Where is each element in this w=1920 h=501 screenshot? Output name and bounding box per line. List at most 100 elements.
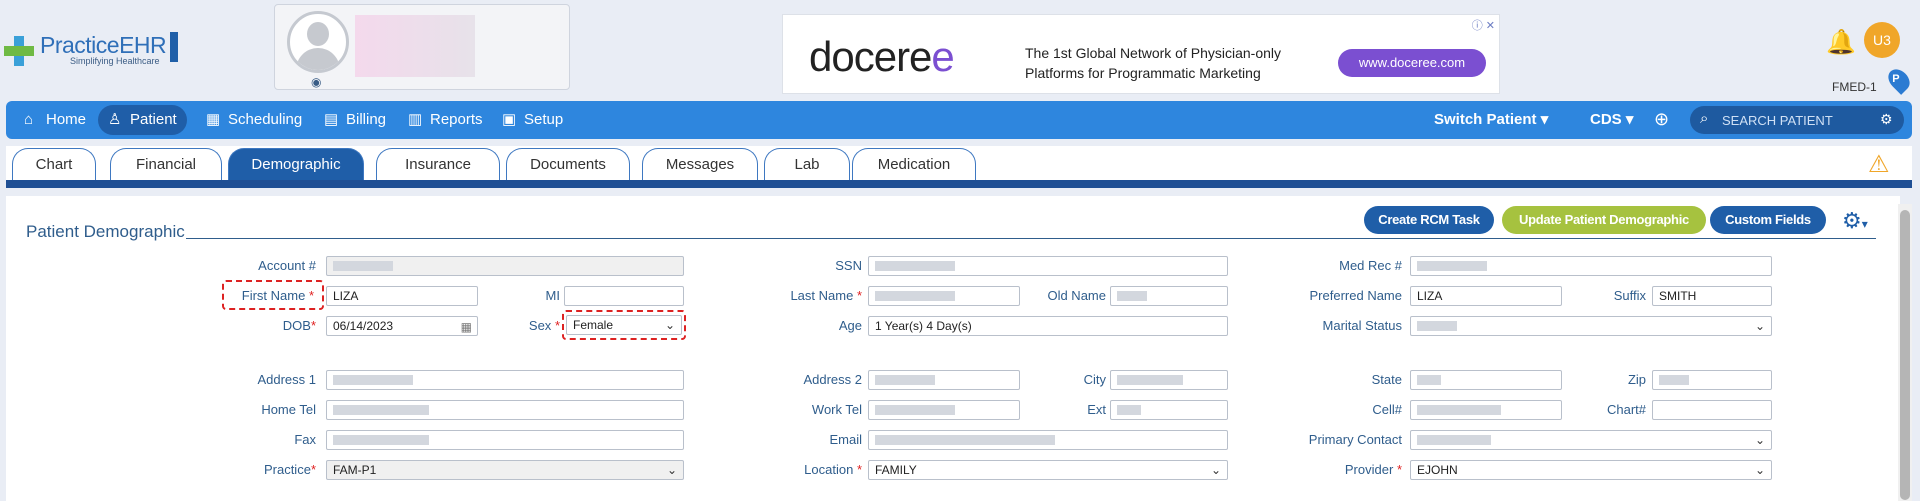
filter-icon[interactable]: ⚙ [1880, 111, 1893, 128]
logo-tagline: Simplifying Healthcare [70, 56, 160, 66]
zip-label: Zip [1627, 372, 1646, 387]
main-nav: ⌂ Home ♙ Patient ▦ Scheduling ▤ Billing ▥ Rep… [6, 101, 1912, 139]
marital-status-select[interactable]: ⌄ [1410, 316, 1772, 336]
location-pin-icon[interactable]: P [1884, 65, 1914, 95]
address1-label: Address 1 [257, 372, 316, 387]
tab-messages[interactable]: Messages [642, 148, 758, 180]
tab-financial[interactable]: Financial [110, 148, 222, 180]
med-rec-field[interactable] [1410, 256, 1772, 276]
nav-reports[interactable]: ▥ Reports [398, 105, 493, 135]
city-field[interactable] [1110, 370, 1228, 390]
chart-number-label: Chart# [1606, 402, 1646, 417]
title-divider [186, 238, 1876, 239]
first-name-field[interactable]: LIZA [326, 286, 478, 306]
ad-text: The 1st Global Network of Physician-only… [1025, 43, 1281, 83]
bell-icon[interactable]: 🔔 [1826, 28, 1856, 57]
invoice-icon: ▤ [324, 111, 339, 128]
gear-icon[interactable]: ⚙▾ [1842, 208, 1868, 234]
patient-photo-card: ◉ [274, 4, 570, 90]
nav-billing[interactable]: ▤ Billing [314, 105, 396, 135]
address2-label: Address 2 [803, 372, 862, 387]
account-label: Account # [258, 258, 316, 273]
tab-lab[interactable]: Lab [764, 148, 850, 180]
custom-fields-button[interactable]: Custom Fields [1710, 206, 1826, 234]
camera-icon[interactable]: ◉ [311, 75, 321, 89]
chart-number-field[interactable] [1652, 400, 1772, 420]
advertisement-banner[interactable]: doceree The 1st Global Network of Physic… [782, 14, 1500, 94]
practice-ehr-logo[interactable]: PracticeEHR Simplifying Healthcare [4, 30, 178, 70]
scrollbar-thumb[interactable] [1900, 210, 1910, 500]
vertical-scrollbar[interactable] [1898, 204, 1912, 501]
cds-dropdown[interactable]: CDS ▾ [1590, 105, 1633, 135]
update-patient-demographic-button[interactable]: Update Patient Demographic [1502, 206, 1706, 234]
add-user-icon[interactable]: ⊕ [1654, 109, 1669, 130]
last-name-label: Last Name * [790, 288, 862, 303]
chevron-down-icon: ⌄ [1210, 463, 1221, 477]
location-select[interactable]: FAMILY ⌄ [868, 460, 1228, 480]
page-title: Patient Demographic [26, 222, 185, 241]
tab-demographic[interactable]: Demographic [228, 148, 364, 180]
home-icon: ⌂ [24, 111, 34, 128]
ext-field[interactable] [1110, 400, 1228, 420]
facility-label: FMED-1 [1832, 80, 1877, 94]
nav-patient[interactable]: ♙ Patient [98, 105, 187, 135]
mi-label: MI [545, 288, 560, 303]
demographic-panel: Patient Demographic Create RCM Task Upda… [6, 196, 1900, 501]
fax-field[interactable] [326, 430, 684, 450]
switch-patient-dropdown[interactable]: Switch Patient ▾ [1434, 105, 1548, 135]
preferred-name-label: Preferred Name [1309, 288, 1402, 303]
warning-icon[interactable]: ⚠ [1868, 150, 1890, 179]
account-field[interactable] [326, 256, 684, 276]
logo-name: PracticeEHR [40, 32, 167, 58]
primary-contact-select[interactable]: ⌄ [1410, 430, 1772, 450]
last-name-field[interactable] [868, 286, 1020, 306]
provider-label: Provider * [1344, 462, 1402, 477]
mi-field[interactable] [564, 286, 684, 306]
tab-documents[interactable]: Documents [506, 148, 630, 180]
cell-field[interactable] [1410, 400, 1562, 420]
nav-home[interactable]: ⌂ Home [14, 105, 96, 135]
provider-select[interactable]: EJOHN ⌄ [1410, 460, 1772, 480]
ad-text-line1: The 1st Global Network of Physician-only [1025, 45, 1281, 61]
chevron-down-icon: ⌄ [1754, 319, 1765, 333]
suffix-label: Suffix [1613, 288, 1646, 303]
chevron-down-icon: ▾ [1540, 111, 1549, 128]
med-rec-label: Med Rec # [1339, 258, 1402, 273]
nav-scheduling[interactable]: ▦ Scheduling [196, 105, 312, 135]
chevron-down-icon: ▾ [1625, 111, 1634, 128]
tab-medication[interactable]: Medication [852, 148, 976, 180]
sex-label: Sex * [528, 318, 560, 333]
address2-field[interactable] [868, 370, 1020, 390]
email-field[interactable] [868, 430, 1228, 450]
patient-avatar[interactable] [287, 11, 349, 73]
monitor-icon: ▣ [502, 111, 517, 128]
home-tel-field[interactable] [326, 400, 684, 420]
old-name-field[interactable] [1110, 286, 1228, 306]
patient-name-redacted [355, 15, 475, 77]
chevron-down-icon: ⌄ [664, 318, 675, 332]
search-icon: ⌕ [1700, 110, 1709, 127]
practice-select[interactable]: FAM-P1 ⌄ [326, 460, 684, 480]
patient-search[interactable]: ⌕ SEARCH PATIENT ⚙ [1690, 106, 1904, 134]
work-tel-field[interactable] [868, 400, 1020, 420]
tab-insurance[interactable]: Insurance [376, 148, 500, 180]
sex-select[interactable]: Female ⌄ [566, 315, 682, 335]
calendar-icon[interactable]: ▦ [461, 318, 472, 336]
age-field[interactable]: 1 Year(s) 4 Day(s) [868, 316, 1228, 336]
ext-label: Ext [1087, 402, 1106, 417]
zip-field[interactable] [1652, 370, 1772, 390]
nav-setup[interactable]: ▣ Setup [492, 105, 573, 135]
tab-chart[interactable]: Chart [12, 148, 96, 180]
state-field[interactable] [1410, 370, 1562, 390]
ad-close-icon[interactable]: ⓘ ✕ [1472, 17, 1495, 33]
create-rcm-task-button[interactable]: Create RCM Task [1364, 206, 1494, 234]
user-avatar[interactable]: U3 [1864, 22, 1900, 58]
dob-field[interactable]: 06/14/2023 ▦ [326, 316, 478, 336]
suffix-field[interactable]: SMITH [1652, 286, 1772, 306]
ad-link-button[interactable]: www.doceree.com [1338, 49, 1486, 77]
home-tel-label: Home Tel [261, 402, 316, 417]
address1-field[interactable] [326, 370, 684, 390]
ad-text-line2: Platforms for Programmatic Marketing [1025, 65, 1261, 81]
ssn-field[interactable] [868, 256, 1228, 276]
preferred-name-field[interactable]: LIZA [1410, 286, 1562, 306]
